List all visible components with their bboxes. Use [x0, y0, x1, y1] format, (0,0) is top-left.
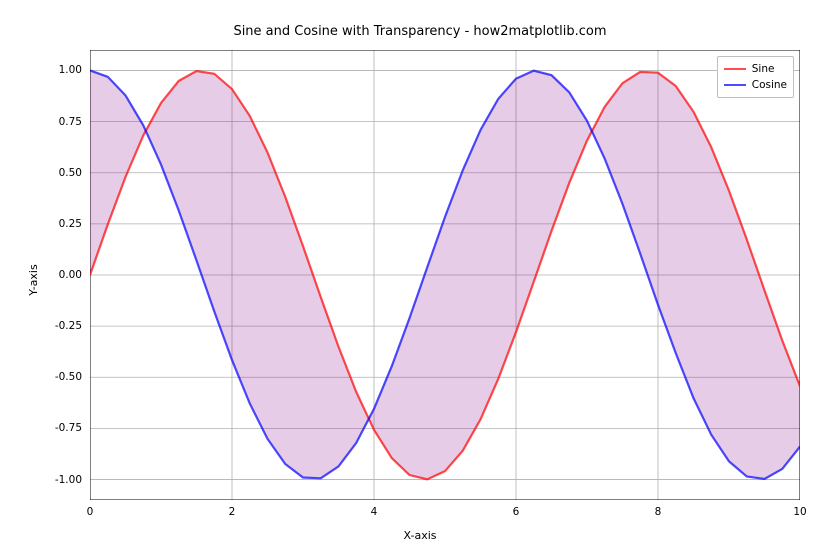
plot-area: 0246810-1.00-0.75-0.50-0.250.000.250.500…	[90, 50, 800, 500]
legend: Sine Cosine	[717, 56, 794, 98]
y-tick-label: -0.25	[42, 320, 82, 332]
y-tick-label: 0.25	[42, 218, 82, 230]
y-tick-label: -1.00	[42, 474, 82, 486]
legend-swatch-cosine	[724, 84, 746, 86]
y-tick-label: -0.50	[42, 371, 82, 383]
chart-title: Sine and Cosine with Transparency - how2…	[0, 24, 840, 39]
y-tick-label: 0.00	[42, 269, 82, 281]
y-axis-label: Y-axis	[27, 264, 40, 295]
plot-svg	[90, 50, 800, 500]
legend-item-cosine: Cosine	[724, 77, 787, 93]
legend-swatch-sine	[724, 68, 746, 70]
y-tick-label: 1.00	[42, 64, 82, 76]
x-axis-label: X-axis	[0, 529, 840, 542]
x-tick-label: 6	[513, 506, 520, 518]
figure: Sine and Cosine with Transparency - how2…	[0, 0, 840, 560]
x-tick-label: 2	[229, 506, 236, 518]
x-tick-label: 4	[371, 506, 378, 518]
x-tick-label: 0	[87, 506, 94, 518]
x-tick-label: 10	[793, 506, 806, 518]
y-tick-label: 0.75	[42, 116, 82, 128]
x-tick-label: 8	[655, 506, 662, 518]
y-tick-label: 0.50	[42, 167, 82, 179]
legend-label-sine: Sine	[752, 63, 775, 75]
legend-label-cosine: Cosine	[752, 79, 787, 91]
legend-item-sine: Sine	[724, 61, 787, 77]
y-tick-label: -0.75	[42, 422, 82, 434]
